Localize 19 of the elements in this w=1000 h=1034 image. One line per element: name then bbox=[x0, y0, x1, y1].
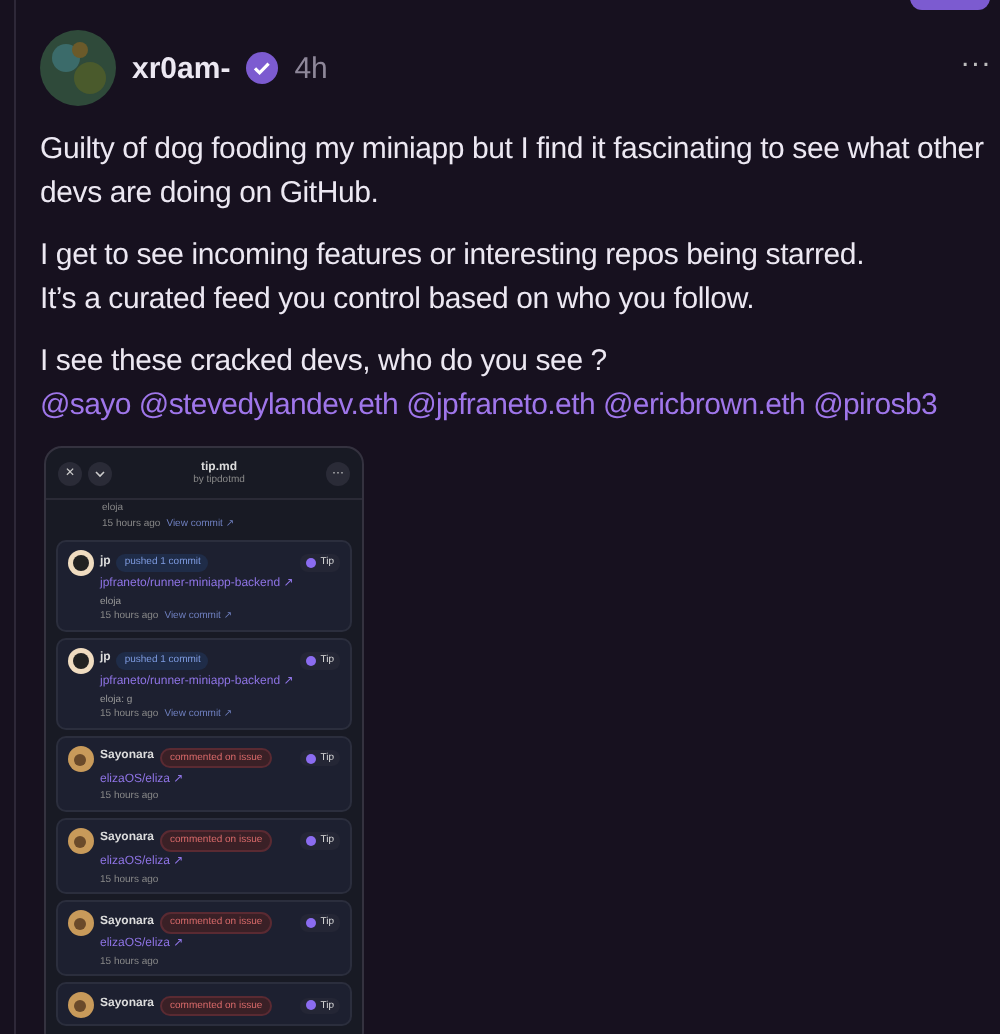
post-text: I see these cracked devs, who do you see ? bbox=[40, 342, 609, 382]
user-avatar bbox=[68, 647, 94, 674]
mention-link[interactable]: @pirosb3 bbox=[813, 383, 938, 426]
post-text: Guilty of dog fooding my miniapp but I find it fascinating to see what other devs are doing on GitHub. bbox=[40, 130, 986, 213]
user-avatar bbox=[68, 745, 94, 772]
post-text: I get to see incoming features or interesting repos being starred. It’s a curated feed you control based on who you follow. bbox=[40, 236, 867, 319]
avatar[interactable] bbox=[40, 30, 116, 106]
mention-link[interactable]: @jpfraneto.eth bbox=[406, 383, 595, 426]
user-avatar bbox=[68, 550, 94, 576]
user-avatar bbox=[68, 992, 94, 1019]
mention-link[interactable]: @sayo bbox=[40, 383, 131, 426]
mention-link[interactable]: @ericbrown.eth bbox=[602, 383, 806, 426]
chevron-down-icon[interactable] bbox=[88, 461, 112, 485]
post-time: 4h bbox=[294, 51, 328, 85]
mention-link[interactable]: @stevedylandev.eth bbox=[138, 383, 399, 426]
user-avatar bbox=[68, 910, 94, 937]
author-name[interactable]: xr0am- bbox=[132, 51, 231, 85]
user-avatar bbox=[68, 827, 94, 854]
more-options[interactable]: ... bbox=[960, 40, 992, 74]
